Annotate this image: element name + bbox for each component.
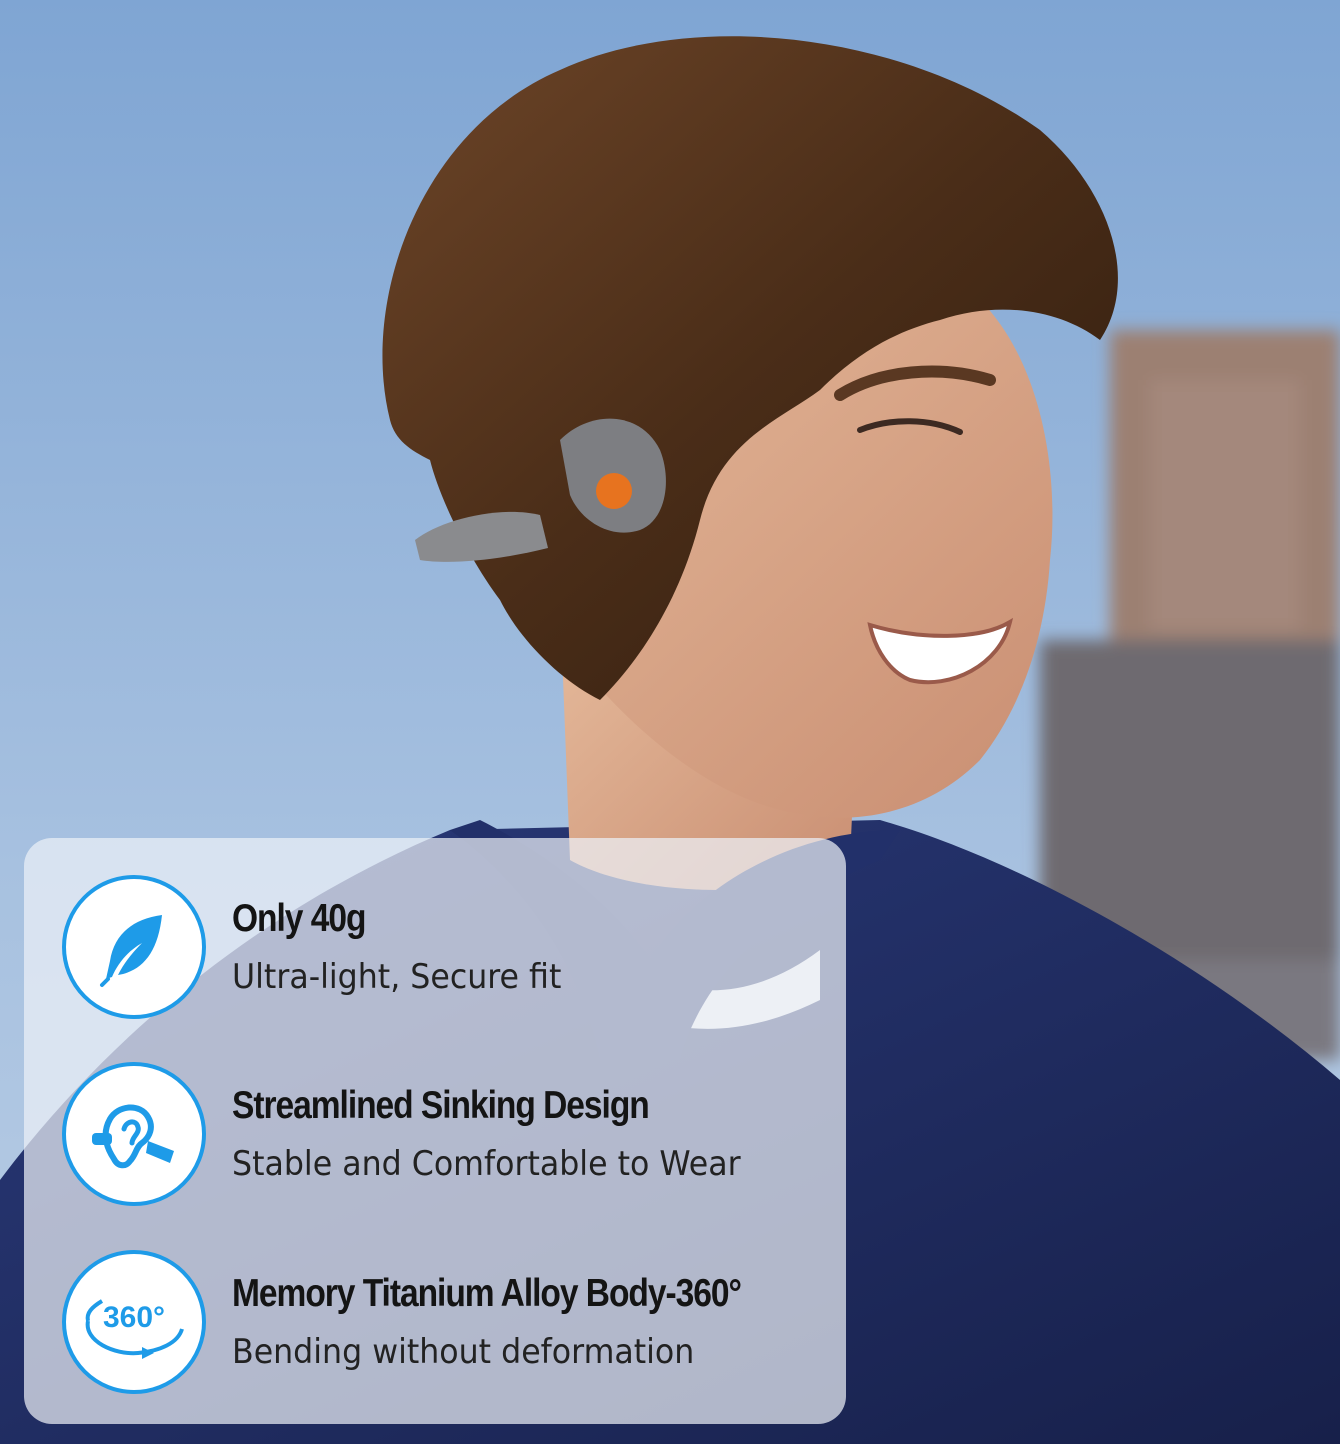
feature-title: Only 40g	[232, 897, 366, 940]
feature-title: Streamlined Sinking Design	[232, 1084, 650, 1127]
feature-title: Memory Titanium Alloy Body-360°	[232, 1272, 742, 1315]
feature-subtitle: Stable and Comfortable to Wear	[232, 1144, 741, 1184]
rotate-360-icon: 360°	[62, 1250, 206, 1394]
feather-icon	[62, 875, 206, 1019]
ear-icon	[62, 1062, 206, 1206]
rotate-360-label: 360°	[103, 1301, 165, 1334]
feature-subtitle: Bending without deformation	[232, 1332, 695, 1372]
feature-subtitle: Ultra-light, Secure fit	[232, 957, 562, 997]
feature-weight: Only 40g Ultra-light, Secure fit	[62, 875, 822, 1025]
feature-body: 360° Memory Titanium Alloy Body-360° Ben…	[62, 1250, 822, 1400]
feature-design: Streamlined Sinking Design Stable and Co…	[62, 1062, 822, 1212]
